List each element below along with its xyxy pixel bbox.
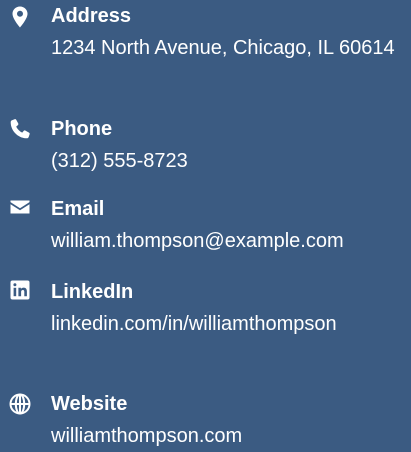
website-label: Website — [51, 393, 128, 415]
linkedin-link[interactable]: linkedin.com/in/williamthompson — [51, 308, 396, 340]
address-value: 1234 North Avenue, Chicago, IL 60614 — [51, 37, 395, 59]
linkedin-icon — [8, 278, 32, 302]
envelope-icon — [8, 195, 32, 219]
linkedin-label: LinkedIn — [51, 281, 134, 303]
website-link[interactable]: williamthompson.com — [51, 420, 396, 452]
address-label: Address — [51, 5, 132, 27]
phone-link[interactable]: (312) 555-8723 — [51, 145, 396, 177]
map-marker-icon — [8, 5, 32, 29]
phone-icon — [8, 117, 32, 141]
email-link[interactable]: william.thompson@example.com — [51, 225, 396, 257]
phone-label: Phone — [51, 118, 113, 140]
email-label: Email — [51, 198, 105, 220]
globe-icon — [8, 392, 32, 416]
